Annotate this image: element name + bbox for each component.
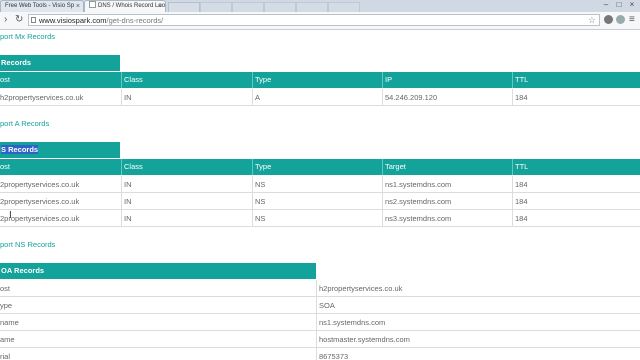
cell-host: 2propertyservices.co.uk: [0, 197, 80, 206]
table-row: ost h2propertyservices.co.uk: [0, 280, 640, 297]
cell-class: IN: [121, 193, 252, 210]
cell-ttl: 184: [512, 210, 640, 227]
table-row: name ns1.systemdns.com: [0, 314, 640, 331]
cell-host: 2propertyservices.co.uk: [0, 214, 80, 223]
col-type: Type: [252, 159, 382, 175]
cell-value: h2propertyservices.co.uk: [316, 280, 640, 297]
table-row: 2propertyservices.co.uk IN NS ns3.system…: [0, 210, 640, 227]
page-icon: [89, 1, 96, 8]
table-row: ame hostmaster.systemdns.com: [0, 331, 640, 348]
cell-target: ns2.systemdns.com: [382, 193, 512, 210]
cell-type: NS: [252, 210, 382, 227]
cell-field: ame: [0, 335, 15, 344]
minimize-icon[interactable]: –: [600, 0, 612, 10]
tab-title: Free Web Tools - Visio Sp: [5, 3, 75, 9]
cell-field: ost: [0, 284, 11, 293]
window-close-icon[interactable]: ×: [626, 0, 638, 10]
cell-type: A: [252, 89, 382, 106]
cell-field: name: [0, 318, 19, 327]
col-ttl: TTL: [512, 159, 640, 175]
extension-icon[interactable]: [604, 15, 613, 24]
cell-target: ns1.systemdns.com: [382, 176, 512, 193]
col-ttl: TTL: [512, 72, 640, 88]
ns-records-caption: S Records: [0, 142, 120, 158]
close-tab-icon[interactable]: ×: [76, 1, 80, 12]
cell-ip: 54.246.209.120: [382, 89, 512, 106]
a-records-caption: Records: [0, 55, 120, 71]
cell-value: SOA: [316, 297, 640, 314]
cell-field: ype: [0, 301, 13, 310]
cell-value: ns1.systemdns.com: [316, 314, 640, 331]
reload-icon[interactable]: ↻: [15, 14, 23, 26]
url-path: /get-dns-records/: [106, 16, 164, 25]
cell-ttl: 184: [512, 89, 640, 106]
tab-strip: Free Web Tools - Visio Sp × DNS / Whois …: [0, 0, 640, 13]
soa-records-caption: OA Records: [0, 263, 316, 279]
cell-host: 2propertyservices.co.uk: [0, 180, 80, 189]
cell-class: IN: [121, 176, 252, 193]
col-type: Type: [252, 72, 382, 88]
cell-class: IN: [121, 210, 252, 227]
tab-free-web-tools[interactable]: Free Web Tools - Visio Sp ×: [0, 0, 84, 12]
export-mx-records-link[interactable]: port Mx Records: [0, 32, 55, 41]
cell-target: ns3.systemdns.com: [382, 210, 512, 227]
table-row: 2propertyservices.co.uk IN NS ns1.system…: [0, 176, 640, 193]
table-row: rial 8675373: [0, 348, 640, 360]
cell-field: rial: [0, 352, 11, 360]
selected-caption-text: S Records: [1, 145, 39, 154]
cell-class: IN: [121, 89, 252, 106]
bookmark-star-icon[interactable]: ☆: [588, 15, 596, 26]
page-content: port Mx Records Records ost Class Type I…: [0, 30, 640, 360]
maximize-icon[interactable]: □: [613, 0, 625, 10]
url-domain: www.visiospark.com: [39, 16, 107, 25]
col-target: Target: [382, 159, 512, 175]
page-info-icon[interactable]: [31, 17, 36, 23]
col-class: Class: [121, 72, 252, 88]
cell-ttl: 184: [512, 176, 640, 193]
cell-ttl: 184: [512, 193, 640, 210]
export-a-records-link[interactable]: port A Records: [0, 119, 49, 128]
extension-icon[interactable]: [616, 15, 625, 24]
col-host: ost: [0, 75, 11, 84]
forward-icon[interactable]: ›: [4, 14, 7, 26]
a-records-header: ost Class Type IP TTL: [0, 72, 640, 88]
table-row: 2propertyservices.co.uk IN NS ns2.system…: [0, 193, 640, 210]
col-class: Class: [121, 159, 252, 175]
cell-value: 8675373: [316, 348, 640, 360]
tab-title: DNS / Whois Record Loo: [98, 3, 166, 9]
text-cursor-icon: I: [9, 210, 12, 221]
browser-toolbar: › ↻ www.visiospark.com/get-dns-records/ …: [0, 12, 640, 30]
col-host: ost: [0, 162, 11, 171]
table-row: h2propertyservices.co.uk IN A 54.246.209…: [0, 89, 640, 106]
cell-value: hostmaster.systemdns.com: [316, 331, 640, 348]
col-ip: IP: [382, 72, 512, 88]
cell-host: h2propertyservices.co.uk: [0, 93, 84, 102]
menu-icon[interactable]: ≡: [629, 14, 635, 26]
tab-dns-whois[interactable]: DNS / Whois Record Loo ×: [84, 0, 166, 12]
cell-type: NS: [252, 193, 382, 210]
export-ns-records-link[interactable]: port NS Records: [0, 240, 55, 249]
ns-records-header: ost Class Type Target TTL: [0, 159, 640, 175]
table-row: ype SOA: [0, 297, 640, 314]
close-tab-icon[interactable]: ×: [158, 1, 162, 12]
cell-type: NS: [252, 176, 382, 193]
address-bar[interactable]: www.visiospark.com/get-dns-records/ ☆: [28, 14, 600, 26]
